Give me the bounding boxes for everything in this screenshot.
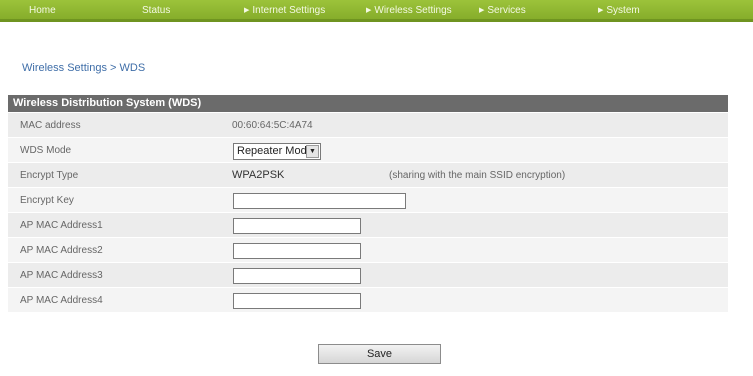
ap-mac-address2-label: AP MAC Address2 bbox=[20, 245, 103, 256]
nav-internet-settings-label: Internet Settings bbox=[252, 5, 326, 16]
ap-mac-address1-label: AP MAC Address1 bbox=[20, 220, 103, 231]
nav-wireless-settings[interactable]: ▶ Wireless Settings bbox=[366, 5, 452, 16]
triangle-right-icon: ▶ bbox=[366, 7, 372, 14]
encrypt-type-row: Encrypt Type WPA2PSK (sharing with the m… bbox=[8, 163, 728, 188]
ap-mac-address4-row: AP MAC Address4 bbox=[8, 288, 728, 313]
nav-home[interactable]: Home bbox=[29, 5, 56, 16]
encrypt-key-label: Encrypt Key bbox=[20, 195, 74, 206]
ap-mac-address4-input[interactable] bbox=[233, 293, 361, 309]
ap-mac-address4-label: AP MAC Address4 bbox=[20, 295, 103, 306]
top-navigation: Home Status ▶ Internet Settings ▶ Wireless… bbox=[0, 0, 753, 22]
nav-internet-settings[interactable]: ▶ Internet Settings bbox=[244, 5, 325, 16]
nav-services[interactable]: ▶ Services bbox=[479, 5, 526, 16]
breadcrumb[interactable]: Wireless Settings > WDS bbox=[22, 62, 145, 74]
ap-mac-address1-row: AP MAC Address1 bbox=[8, 213, 728, 238]
encrypt-type-label: Encrypt Type bbox=[20, 170, 79, 181]
nav-system-label: System bbox=[606, 5, 640, 16]
encrypt-key-row: Encrypt Key bbox=[8, 188, 728, 213]
wds-mode-selected-value: Repeater Mode bbox=[237, 145, 313, 157]
triangle-right-icon: ▶ bbox=[598, 7, 604, 14]
panel-title: Wireless Distribution System (WDS) bbox=[8, 95, 728, 112]
mac-address-label: MAC address bbox=[20, 120, 81, 131]
encrypt-type-value: WPA2PSK bbox=[232, 169, 285, 181]
encrypt-key-input[interactable] bbox=[233, 193, 406, 209]
mac-address-row: MAC address 00:60:64:5C:4A74 bbox=[8, 113, 728, 138]
triangle-down-icon[interactable]: ▼ bbox=[306, 145, 319, 158]
nav-wireless-settings-label: Wireless Settings bbox=[374, 5, 452, 16]
triangle-right-icon: ▶ bbox=[479, 7, 485, 14]
wds-mode-label: WDS Mode bbox=[20, 145, 72, 156]
save-button[interactable]: Save bbox=[318, 344, 441, 364]
ap-mac-address3-label: AP MAC Address3 bbox=[20, 270, 103, 281]
triangle-right-icon: ▶ bbox=[244, 7, 250, 14]
ap-mac-address3-input[interactable] bbox=[233, 268, 361, 284]
ap-mac-address2-row: AP MAC Address2 bbox=[8, 238, 728, 263]
encrypt-type-note: (sharing with the main SSID encryption) bbox=[389, 170, 566, 181]
mac-address-value: 00:60:64:5C:4A74 bbox=[232, 120, 313, 131]
ap-mac-address2-input[interactable] bbox=[233, 243, 361, 259]
wds-mode-row: WDS Mode Repeater Mode ▼ bbox=[8, 138, 728, 163]
ap-mac-address3-row: AP MAC Address3 bbox=[8, 263, 728, 288]
nav-system[interactable]: ▶ System bbox=[598, 5, 640, 16]
nav-status[interactable]: Status bbox=[142, 5, 170, 16]
wds-mode-select[interactable]: Repeater Mode ▼ bbox=[233, 143, 321, 160]
ap-mac-address1-input[interactable] bbox=[233, 218, 361, 234]
nav-services-label: Services bbox=[487, 5, 526, 16]
